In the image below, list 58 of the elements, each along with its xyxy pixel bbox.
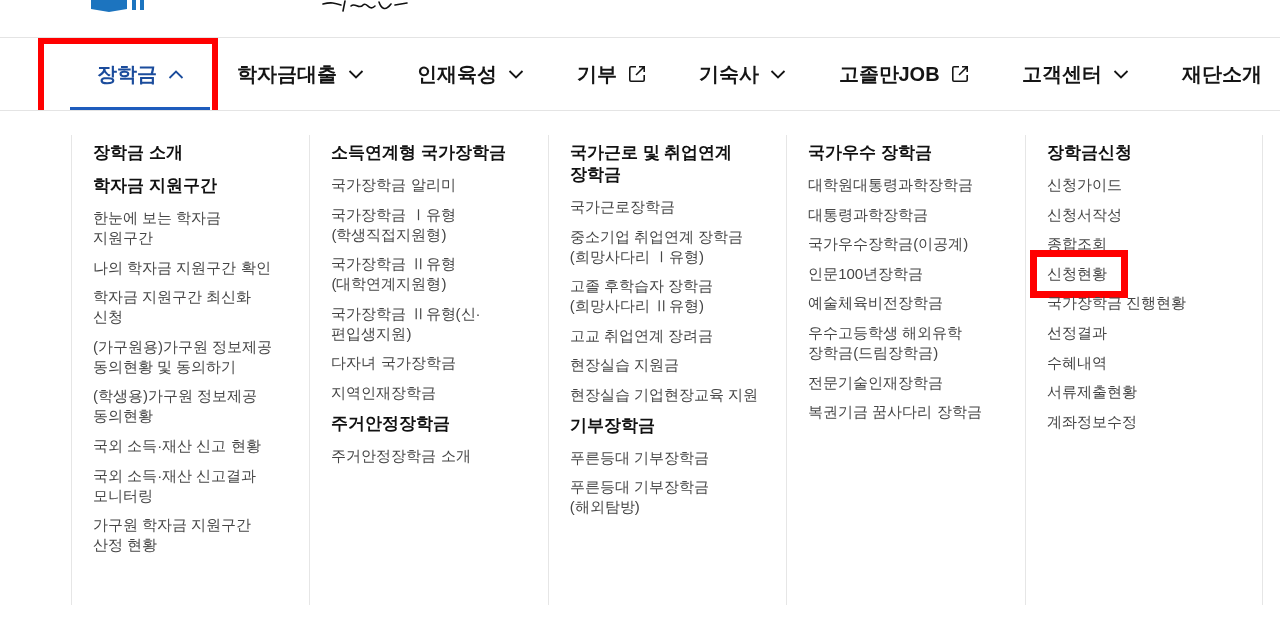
- menu-heading-link[interactable]: 기부장학금: [569, 414, 655, 437]
- menu-link[interactable]: 고졸 후학습자 장학금 (희망사다리 Ⅱ유형): [569, 276, 763, 317]
- nav-menu-item[interactable]: 기부: [550, 38, 672, 110]
- menu-link[interactable]: 다자녀 국가장학금: [331, 353, 456, 374]
- nav-menu-item[interactable]: 학자금대출: [210, 38, 390, 110]
- menu-link[interactable]: 국가장학금 Ⅱ유형(신·편입생지원): [331, 303, 524, 344]
- menu-link[interactable]: 신청가이드: [1046, 175, 1122, 195]
- menu-heading-link[interactable]: 주거안정장학금: [331, 412, 451, 435]
- menu-link[interactable]: 국가장학금 Ⅰ유형 (학생직접지원형): [331, 204, 524, 245]
- menu-link[interactable]: 중소기업 취업연계 장학금 (희망사다리 Ⅰ유형): [569, 226, 763, 267]
- menu-link[interactable]: 전문기술인재장학금: [808, 372, 944, 393]
- menu-link[interactable]: 신청서작성: [1046, 204, 1122, 225]
- menu-heading-link[interactable]: 국가근로 및 취업연계 장학금: [569, 142, 763, 186]
- menu-link[interactable]: (가구원용)가구원 정보제공 동의현황 및 동의하기: [93, 336, 286, 377]
- menu-link[interactable]: 서류제출현황: [1046, 382, 1137, 403]
- menu-link[interactable]: 학자금 지원구간 최신화 신청: [93, 287, 286, 328]
- menu-link[interactable]: 나의 학자금 지원구간 확인: [93, 257, 271, 278]
- menu-link[interactable]: 국가장학금 알리미: [331, 175, 456, 195]
- menu-link[interactable]: 국외 소득·재산 신고결과 모니터링: [93, 465, 286, 506]
- menu-link[interactable]: 한눈에 보는 학자금 지원구간: [93, 208, 286, 248]
- menu-link[interactable]: (학생용)가구원 정보제공 동의현황: [93, 386, 286, 427]
- menu-link[interactable]: 고교 취업연계 장려금: [569, 325, 714, 346]
- menu-link[interactable]: 선정결과: [1046, 322, 1107, 343]
- nav-menu-item[interactable]: 고객센터: [995, 38, 1156, 110]
- external-link-icon: [950, 65, 969, 83]
- nav-menu-item[interactable]: 인재육성: [390, 38, 550, 110]
- external-link-icon: [627, 65, 646, 83]
- menu-link[interactable]: 예술체육비전장학금: [808, 293, 944, 314]
- menu-heading-link[interactable]: 장학금신청: [1046, 142, 1132, 164]
- menu-link[interactable]: 계좌정보수정: [1046, 411, 1137, 432]
- menu-link[interactable]: 가구원 학자금 지원구간 산정 현황: [93, 515, 286, 556]
- menu-link[interactable]: 수혜내역: [1046, 352, 1107, 373]
- menu-link[interactable]: 국외 소득·재산 신고 현황: [93, 435, 261, 456]
- menu-link[interactable]: 푸른등대 기부장학금: [569, 447, 709, 468]
- menu-link[interactable]: 대통령과학장학금: [808, 204, 929, 225]
- menu-link[interactable]: 현장실습 기업현장교육 지원: [569, 384, 759, 405]
- nav-menu-item[interactable]: 장학금: [70, 38, 210, 110]
- menu-link[interactable]: 복권기금 꿈사다리 장학금: [808, 402, 982, 423]
- logo-icon: [91, 0, 147, 12]
- menu-link[interactable]: 국가근로장학금: [569, 197, 675, 217]
- menu-link[interactable]: 지역인재장학금: [331, 382, 437, 403]
- nav-menu-item[interactable]: 기숙사: [672, 38, 812, 110]
- menu-link[interactable]: 국가장학금 진행현황: [1046, 293, 1186, 314]
- menu-heading-link[interactable]: 소득연계형 국가장학금: [331, 142, 507, 164]
- nav-menu-item[interactable]: 고졸만JOB: [812, 38, 996, 110]
- menu-heading-link[interactable]: 국가우수 장학금: [808, 142, 932, 164]
- menu-link[interactable]: 우수고등학생 해외유학 장학금(드림장학금): [808, 322, 1001, 363]
- menu-link[interactable]: 푸른등대 기부장학금 (해외탐방): [569, 477, 763, 518]
- menu-link[interactable]: 국가우수장학금(이공계): [808, 234, 969, 255]
- menu-link[interactable]: 신청현황: [1046, 263, 1107, 284]
- menu-link[interactable]: 주거안정장학금 소개: [331, 445, 471, 466]
- nav-menu-item[interactable]: 재단소개: [1155, 38, 1280, 110]
- menu-heading-link[interactable]: 장학금 소개: [93, 142, 183, 164]
- menu-heading-link[interactable]: 학자금 지원구간: [93, 175, 217, 197]
- menu-link[interactable]: 현장실습 지원금: [569, 355, 679, 376]
- menu-link[interactable]: 국가장학금 Ⅱ유형 (대학연계지원형): [331, 254, 524, 295]
- menu-link[interactable]: 대학원대통령과학장학금: [808, 175, 974, 195]
- menu-link[interactable]: 인문100년장학금: [808, 263, 924, 284]
